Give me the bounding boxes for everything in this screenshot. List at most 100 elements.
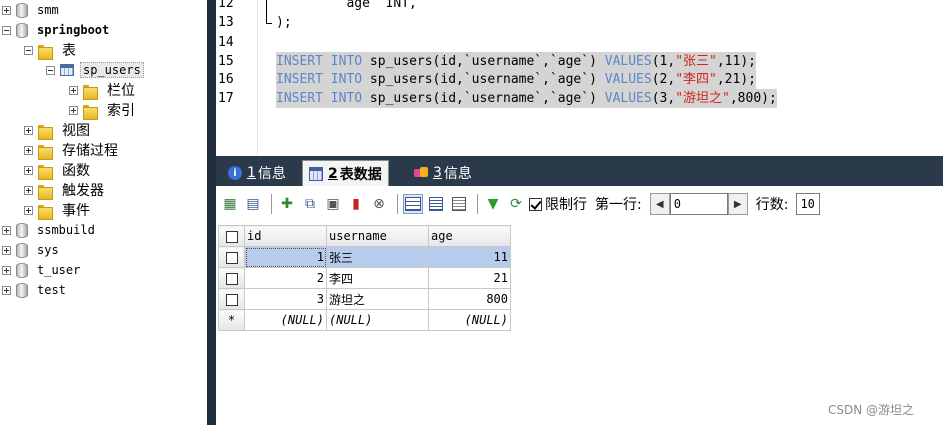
- tree-item-springboot[interactable]: springboot: [2, 20, 109, 40]
- expand-icon[interactable]: [69, 105, 78, 115]
- expand-icon[interactable]: [2, 285, 11, 295]
- result-tabs: i 1 信息 2 表数据 3 信息: [216, 156, 943, 186]
- expand-icon[interactable]: [69, 85, 78, 95]
- cell-username[interactable]: (NULL): [326, 309, 429, 331]
- form-view-icon[interactable]: [426, 194, 446, 214]
- cell-username[interactable]: 李四: [326, 267, 429, 289]
- cell-username[interactable]: 张三: [326, 246, 429, 268]
- next-page-button[interactable]: ▶: [727, 193, 748, 215]
- select-all-cell[interactable]: [218, 225, 245, 247]
- column-header-id[interactable]: id: [244, 225, 327, 247]
- tab-table-data[interactable]: 2 表数据: [302, 160, 389, 186]
- folder-icon: [38, 143, 53, 160]
- tree-item-tables[interactable]: 表: [24, 40, 76, 60]
- cell-age[interactable]: 21: [428, 267, 511, 289]
- delete-icon[interactable]: ▮: [346, 194, 366, 214]
- tree-item-procedures[interactable]: 存储过程: [24, 140, 118, 160]
- column-header-username[interactable]: username: [326, 225, 429, 247]
- column-header-age[interactable]: age: [428, 225, 511, 247]
- tree-item-smm[interactable]: smm: [2, 0, 59, 20]
- tab-info-1[interactable]: i 1 信息: [222, 160, 292, 186]
- folder-icon: [38, 183, 53, 200]
- cell-id[interactable]: 3: [244, 288, 327, 310]
- first-row-label: 第一行:: [595, 197, 642, 213]
- filter-icon[interactable]: ▼: [483, 194, 503, 214]
- toolbar-divider: [271, 194, 272, 214]
- cell-age[interactable]: 11: [428, 246, 511, 268]
- cell-id[interactable]: 2: [244, 267, 327, 289]
- tree-item-sp-users[interactable]: sp_users: [46, 60, 144, 80]
- tree-item-sys[interactable]: sys: [2, 240, 59, 260]
- checkbox-icon: [225, 272, 238, 285]
- cell-age[interactable]: 800: [428, 288, 511, 310]
- expand-icon[interactable]: [2, 245, 11, 255]
- tree-item-functions[interactable]: 函数: [24, 160, 90, 180]
- row-selector[interactable]: [218, 288, 245, 310]
- collapse-icon[interactable]: [24, 45, 33, 55]
- new-row-marker: *: [218, 309, 245, 331]
- expand-icon[interactable]: [24, 145, 33, 155]
- expand-icon[interactable]: [24, 125, 33, 135]
- expand-icon[interactable]: [2, 265, 11, 275]
- result-panel: i 1 信息 2 表数据 3 信息 ▦ ▤ ✚ ⧉ ▣ ▮ ⊗ ▼ ⟳ 限制行 第一行…: [216, 156, 943, 425]
- checkbox-icon: [225, 230, 238, 243]
- grid-view-icon[interactable]: [403, 194, 423, 214]
- new-row[interactable]: * (NULL) (NULL) (NULL): [218, 309, 511, 331]
- discard-icon[interactable]: ⊗: [369, 194, 389, 214]
- tree-item-indexes[interactable]: 索引: [69, 100, 135, 120]
- tab-info-3[interactable]: 3 信息: [408, 160, 478, 186]
- collapse-icon[interactable]: [46, 65, 55, 75]
- row-selector[interactable]: [218, 267, 245, 289]
- fold-marker: [266, 0, 267, 24]
- grid-toolbar: ▦ ▤ ✚ ⧉ ▣ ▮ ⊗ ▼ ⟳ 限制行 第一行: ◀ ▶ 行数:: [216, 189, 943, 219]
- expand-icon[interactable]: [2, 5, 11, 15]
- expand-icon[interactable]: [24, 165, 33, 175]
- collapse-icon[interactable]: [2, 25, 11, 35]
- cell-id[interactable]: 1: [244, 246, 327, 268]
- import-icon[interactable]: ▤: [243, 194, 263, 214]
- expand-icon[interactable]: [24, 205, 33, 215]
- export-icon[interactable]: ▦: [220, 194, 240, 214]
- tree-item-events[interactable]: 事件: [24, 200, 90, 220]
- tree-item-views[interactable]: 视图: [24, 120, 90, 140]
- tree-item-ssmbuild[interactable]: ssmbuild: [2, 220, 95, 240]
- tree-item-triggers[interactable]: 触发器: [24, 180, 104, 200]
- object-browser-tree: smm springboot 表 sp_users 栏位 索引 视图 存储过程: [0, 0, 207, 425]
- cell-age[interactable]: (NULL): [428, 309, 511, 331]
- line-number: 14: [218, 35, 234, 50]
- folder-icon: [38, 123, 53, 140]
- row-selector[interactable]: [218, 246, 245, 268]
- splitter[interactable]: [207, 0, 216, 425]
- insert-row-icon[interactable]: ✚: [277, 194, 297, 214]
- checkbox-icon: [225, 251, 238, 264]
- code-line-12: `age` INT,: [276, 0, 417, 11]
- tree-item-t-user[interactable]: t_user: [2, 260, 80, 280]
- table-row[interactable]: 2 李四 21: [218, 267, 511, 289]
- prev-page-button[interactable]: ◀: [649, 193, 670, 215]
- limit-rows-label: 限制行: [545, 197, 587, 213]
- cell-id[interactable]: (NULL): [244, 309, 327, 331]
- line-number: 13: [218, 15, 234, 30]
- table-row[interactable]: 3 游坦之 800: [218, 288, 511, 310]
- save-icon[interactable]: ▣: [323, 194, 343, 214]
- checkbox-icon: [225, 293, 238, 306]
- tree-item-test[interactable]: test: [2, 280, 66, 300]
- expand-icon[interactable]: [2, 225, 11, 235]
- limit-rows-checkbox[interactable]: [529, 197, 542, 211]
- folder-icon: [38, 43, 53, 60]
- text-view-icon[interactable]: [449, 194, 469, 214]
- toolbar-divider: [397, 194, 398, 214]
- table-row[interactable]: 1 张三 11: [218, 246, 511, 268]
- row-count-label: 行数:: [755, 197, 789, 213]
- first-row-input[interactable]: [669, 193, 728, 215]
- refresh-icon[interactable]: ⟳: [506, 194, 526, 214]
- sql-editor[interactable]: 12 13 14 15 16 17 `age` INT, ); INSERT I…: [216, 0, 943, 156]
- result-grid: id username age 1 张三 11 2 李四 21 3 游坦之 80…: [218, 225, 511, 331]
- duplicate-row-icon[interactable]: ⧉: [300, 194, 320, 214]
- tree-item-columns[interactable]: 栏位: [69, 80, 135, 100]
- cell-username[interactable]: 游坦之: [326, 288, 429, 310]
- expand-icon[interactable]: [24, 185, 33, 195]
- grid-header-row: id username age: [218, 225, 511, 247]
- row-count-input[interactable]: [796, 193, 821, 215]
- database-icon: [16, 242, 28, 258]
